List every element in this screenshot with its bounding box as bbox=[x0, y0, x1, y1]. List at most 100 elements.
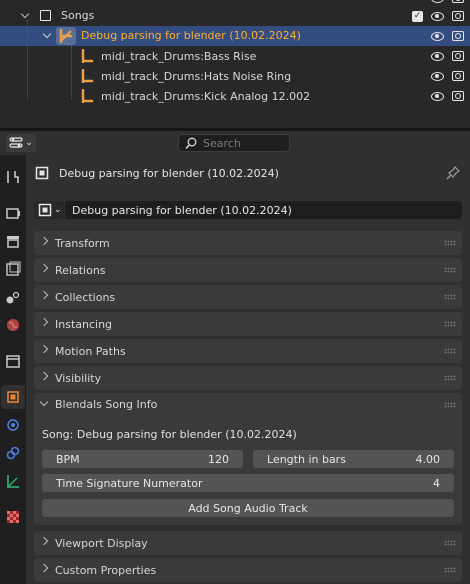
tab-data[interactable] bbox=[1, 469, 25, 493]
bpm-field[interactable]: BPM 120 bbox=[42, 450, 243, 468]
tool-icon bbox=[7, 171, 19, 183]
object-icon bbox=[35, 166, 49, 180]
bone-icon bbox=[81, 69, 94, 83]
panel-instancing[interactable]: Instancing bbox=[34, 312, 462, 336]
search-icon bbox=[185, 137, 197, 149]
collection-icon bbox=[6, 355, 20, 368]
tab-object[interactable] bbox=[1, 385, 25, 409]
panel-label: Collections bbox=[55, 290, 116, 304]
physics-icon bbox=[7, 419, 19, 431]
output-icon bbox=[7, 236, 19, 248]
tab-collection[interactable] bbox=[1, 349, 25, 373]
panel-label: Visibility bbox=[55, 371, 102, 385]
properties-editor-icon bbox=[9, 137, 23, 148]
chevron-right-icon bbox=[39, 371, 49, 381]
bone-icon bbox=[81, 49, 94, 63]
panel-custom-properties[interactable]: Custom Properties bbox=[34, 558, 462, 582]
tab-scene[interactable] bbox=[1, 285, 25, 309]
outliner-row-songs[interactable]: Songs ✓ bbox=[0, 6, 470, 26]
bpm-value: 120 bbox=[208, 452, 229, 466]
object-name-field[interactable]: Debug parsing for blender (10.02.2024) bbox=[65, 201, 462, 219]
tab-physics[interactable] bbox=[1, 413, 25, 437]
chevron-down-icon: ⌄ bbox=[25, 138, 33, 148]
grip-icon[interactable] bbox=[444, 567, 456, 573]
grip-icon[interactable] bbox=[444, 540, 456, 546]
panel-song-info-header[interactable]: Blendals Song Info bbox=[34, 393, 462, 417]
world-icon bbox=[7, 319, 19, 331]
camera-icon[interactable] bbox=[452, 51, 464, 61]
eye-icon[interactable] bbox=[431, 31, 444, 41]
armature-icon bbox=[59, 29, 73, 43]
render-icon bbox=[6, 208, 20, 219]
bone-icon bbox=[81, 89, 94, 103]
panel-motion-paths[interactable]: Motion Paths bbox=[34, 339, 462, 363]
object-browse-button[interactable]: ⌄ bbox=[34, 201, 64, 219]
view-layer-icon bbox=[6, 261, 21, 276]
camera-icon[interactable] bbox=[452, 0, 464, 3]
panel-label: Relations bbox=[55, 263, 106, 277]
search-input[interactable]: Search bbox=[178, 134, 290, 152]
chevron-right-icon bbox=[39, 236, 49, 246]
camera-icon[interactable] bbox=[452, 71, 464, 81]
properties-header: ⌄ Search bbox=[0, 131, 470, 155]
chevron-down-icon bbox=[39, 397, 49, 407]
eye-icon[interactable] bbox=[431, 0, 444, 3]
panel-label: Transform bbox=[55, 236, 110, 250]
length-field[interactable]: Length in bars 4.00 bbox=[253, 450, 454, 468]
grip-icon[interactable] bbox=[444, 348, 456, 354]
grip-icon[interactable] bbox=[444, 267, 456, 273]
eye-icon[interactable] bbox=[431, 91, 444, 101]
outliner-child-row[interactable]: midi_track_Drums:Bass Rise bbox=[0, 46, 470, 66]
eye-icon[interactable] bbox=[431, 51, 444, 61]
length-value: 4.00 bbox=[415, 452, 441, 466]
outliner-child-row[interactable]: midi_track_Drums:Kick Analog 12.002 bbox=[0, 86, 470, 106]
tab-tool[interactable] bbox=[1, 165, 25, 189]
pin-icon[interactable] bbox=[446, 166, 460, 180]
editor-type-button[interactable]: ⌄ bbox=[6, 134, 36, 152]
eye-icon[interactable] bbox=[431, 11, 444, 21]
grip-icon[interactable] bbox=[444, 240, 456, 246]
chevron-right-icon bbox=[39, 290, 49, 300]
add-song-audio-track-button[interactable]: Add Song Audio Track bbox=[42, 499, 454, 517]
object-icon bbox=[7, 391, 19, 403]
object-icon bbox=[38, 203, 52, 217]
checkbox-icon[interactable]: ✓ bbox=[412, 10, 423, 22]
eye-icon[interactable] bbox=[431, 71, 444, 81]
camera-icon[interactable] bbox=[452, 11, 464, 21]
tab-render[interactable] bbox=[1, 201, 25, 225]
camera-icon[interactable] bbox=[452, 31, 464, 41]
panel-relations[interactable]: Relations bbox=[34, 258, 462, 282]
tab-view-layer[interactable] bbox=[1, 257, 25, 281]
camera-icon[interactable] bbox=[452, 91, 464, 101]
chevron-down-icon: ⌄ bbox=[54, 205, 62, 215]
outliner: Songs ✓ Debug parsing for blender (10.02… bbox=[0, 0, 470, 128]
chevron-right-icon bbox=[39, 263, 49, 273]
panel-visibility[interactable]: Visibility bbox=[34, 366, 462, 390]
chevron-down-icon[interactable] bbox=[42, 29, 52, 39]
properties-tabs bbox=[0, 155, 26, 584]
panel-label: Instancing bbox=[55, 317, 113, 331]
object-title: Debug parsing for blender (10.02.2024) bbox=[59, 167, 279, 180]
outliner-child-label: midi_track_Drums:Bass Rise bbox=[101, 50, 257, 63]
panel-viewport-display[interactable]: Viewport Display bbox=[34, 531, 462, 555]
grip-icon[interactable] bbox=[444, 294, 456, 300]
constraints-icon bbox=[6, 446, 20, 460]
outliner-child-row[interactable]: midi_track_Drums:Hats Noise Ring bbox=[0, 66, 470, 86]
grip-icon[interactable] bbox=[444, 375, 456, 381]
panel-label: Blendals Song Info bbox=[55, 398, 158, 411]
time-signature-field[interactable]: Time Signature Numerator 4 bbox=[42, 474, 454, 492]
tab-constraints[interactable] bbox=[1, 441, 25, 465]
grip-icon[interactable] bbox=[444, 402, 456, 408]
tab-world[interactable] bbox=[1, 313, 25, 337]
panel-transform[interactable]: Transform bbox=[34, 231, 462, 255]
grip-icon[interactable] bbox=[444, 321, 456, 327]
time-signature-label: Time Signature Numerator bbox=[56, 476, 203, 490]
panel-label: Viewport Display bbox=[55, 536, 148, 550]
outliner-row-selected[interactable]: Debug parsing for blender (10.02.2024) bbox=[0, 26, 470, 46]
panel-collections[interactable]: Collections bbox=[34, 285, 462, 309]
outliner-child-label: midi_track_Drums:Hats Noise Ring bbox=[101, 70, 292, 83]
chevron-down-icon[interactable] bbox=[20, 9, 30, 19]
search-placeholder: Search bbox=[203, 136, 241, 150]
tab-output[interactable] bbox=[1, 229, 25, 253]
tab-texture[interactable] bbox=[1, 505, 25, 529]
